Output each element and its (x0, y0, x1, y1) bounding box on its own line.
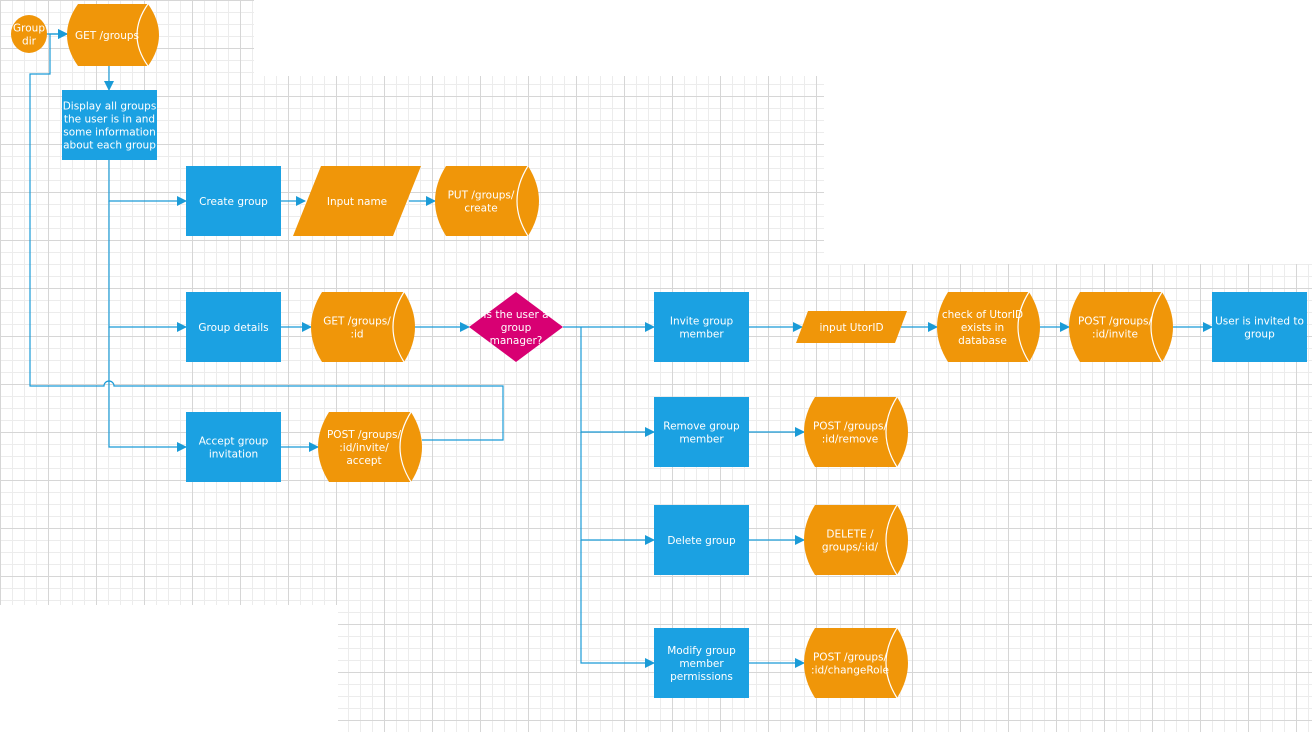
node-label-line: exists in (961, 322, 1004, 334)
node-label-line: input UtorID (819, 322, 883, 334)
node-label-line: Is the user a (483, 309, 548, 321)
node-put-create[interactable]: PUT /groups/create (435, 165, 539, 237)
node-check-utorid[interactable]: check of UtorID exists in database (937, 291, 1040, 363)
node-label-line: DELETE / (826, 529, 874, 541)
node-label-line: group (501, 322, 532, 334)
node-label-line: Modify group (667, 645, 736, 657)
node-label-line: permissions (670, 671, 733, 683)
node-create-group[interactable]: Create group (186, 166, 281, 236)
node-label-line: create (464, 203, 497, 215)
node-modify-permissions[interactable]: Modify group member permissions (654, 628, 749, 698)
node-label: DELETE / groups/:id/ (822, 529, 879, 554)
node-label: Display all groups the user is in and some… (63, 101, 157, 152)
node-label-line: :id/invite/ (339, 442, 389, 454)
flowchart-canvas: Group dir GET /groups Display all groups the… (11, 3, 1307, 699)
node-label-line: group (1244, 329, 1275, 341)
node-display-groups[interactable]: Display all groups the user is in and some… (62, 90, 157, 160)
node-label-line: some information (63, 127, 156, 139)
node-label-line: Group details (198, 322, 268, 334)
node-label-line: about each group (63, 140, 156, 152)
node-post-invite[interactable]: POST /groups/:id/invite (1069, 291, 1173, 363)
node-label-line: Remove group (663, 421, 740, 433)
node-label-line: manager? (490, 335, 543, 347)
node-label-line: POST /groups/ (1078, 316, 1153, 328)
connector-display-groups-to-group-details[interactable] (108, 201, 187, 332)
node-group-dir[interactable]: Group dir (11, 15, 47, 53)
nodes-layer: Group dir GET /groups Display all groups the… (11, 3, 1307, 699)
node-label-line: POST /groups/ (813, 421, 888, 433)
node-label-line: invitation (209, 449, 258, 461)
node-label-line: the user is in and (64, 114, 155, 126)
node-post-accept[interactable]: POST /groups/:id/invite/accept (318, 411, 422, 483)
node-post-remove[interactable]: POST /groups/:id/remove (804, 396, 908, 468)
node-label: GET /groups (75, 30, 139, 42)
node-input-name[interactable]: Input name (293, 166, 421, 236)
node-is-manager[interactable]: Is the user a group manager? (469, 292, 563, 362)
node-label-line: Display all groups (63, 101, 157, 113)
node-label-line: Invite group (670, 316, 734, 328)
node-label-line: GET /groups/ (323, 316, 391, 328)
node-label-line: member (679, 329, 724, 341)
node-label-line: check of UtorID (942, 309, 1023, 321)
node-label: POST /groups/:id/changeRole (811, 652, 889, 677)
node-label-line: User is invited to (1215, 316, 1304, 328)
node-input-utorid[interactable]: input UtorID (796, 311, 907, 343)
node-get-group-id[interactable]: GET /groups/:id (311, 291, 415, 363)
node-label-line: POST /groups/ (813, 652, 888, 664)
node-user-invited[interactable]: User is invited to group (1212, 292, 1307, 362)
node-label-line: Group (13, 23, 45, 35)
node-label-line: Delete group (667, 535, 736, 547)
node-label-line: Accept group (199, 436, 269, 448)
node-label-line: :id/changeRole (811, 665, 889, 677)
node-label-line: :id/invite (1092, 329, 1138, 341)
node-label: Create group (199, 196, 268, 208)
node-label: Accept group invitation (199, 436, 269, 461)
node-label-line: GET /groups (75, 30, 139, 42)
connector-is-manager-to-remove-member[interactable] (580, 327, 655, 437)
node-label-line: groups/:id/ (822, 542, 879, 554)
node-label: Input name (327, 196, 387, 208)
node-invite-member[interactable]: Invite group member (654, 292, 749, 362)
node-delete-endpoint[interactable]: DELETE / groups/:id/ (804, 504, 908, 576)
node-accept-invitation[interactable]: Accept group invitation (186, 412, 281, 482)
node-group-details[interactable]: Group details (186, 292, 281, 362)
node-label-line: Input name (327, 196, 387, 208)
node-label-line: Create group (199, 196, 268, 208)
node-delete-group[interactable]: Delete group (654, 505, 749, 575)
node-label-line: PUT /groups/ (448, 190, 515, 202)
node-get-groups[interactable]: GET /groups (67, 3, 159, 67)
node-label-line: database (958, 335, 1007, 347)
node-label: input UtorID (819, 322, 883, 334)
node-label: Group details (198, 322, 268, 334)
node-label-line: :id (350, 329, 363, 341)
connector-is-manager-to-modify-permissions[interactable] (580, 540, 655, 668)
node-label-line: member (679, 658, 724, 670)
node-label-line: :id/remove (822, 434, 879, 446)
node-remove-member[interactable]: Remove group member (654, 397, 749, 467)
node-label-line: member (679, 434, 724, 446)
node-label: POST /groups/:id/remove (813, 421, 888, 446)
node-label-line: POST /groups/ (327, 429, 402, 441)
node-label-line: accept (346, 455, 381, 467)
node-label: Delete group (667, 535, 736, 547)
connector-is-manager-to-delete-group[interactable] (580, 432, 655, 545)
node-post-change-role[interactable]: POST /groups/:id/changeRole (804, 627, 908, 699)
connector-display-groups-to-create-group[interactable] (108, 160, 187, 206)
connector-display-groups-to-accept-invitation[interactable] (108, 327, 187, 452)
node-label-line: dir (22, 36, 37, 48)
